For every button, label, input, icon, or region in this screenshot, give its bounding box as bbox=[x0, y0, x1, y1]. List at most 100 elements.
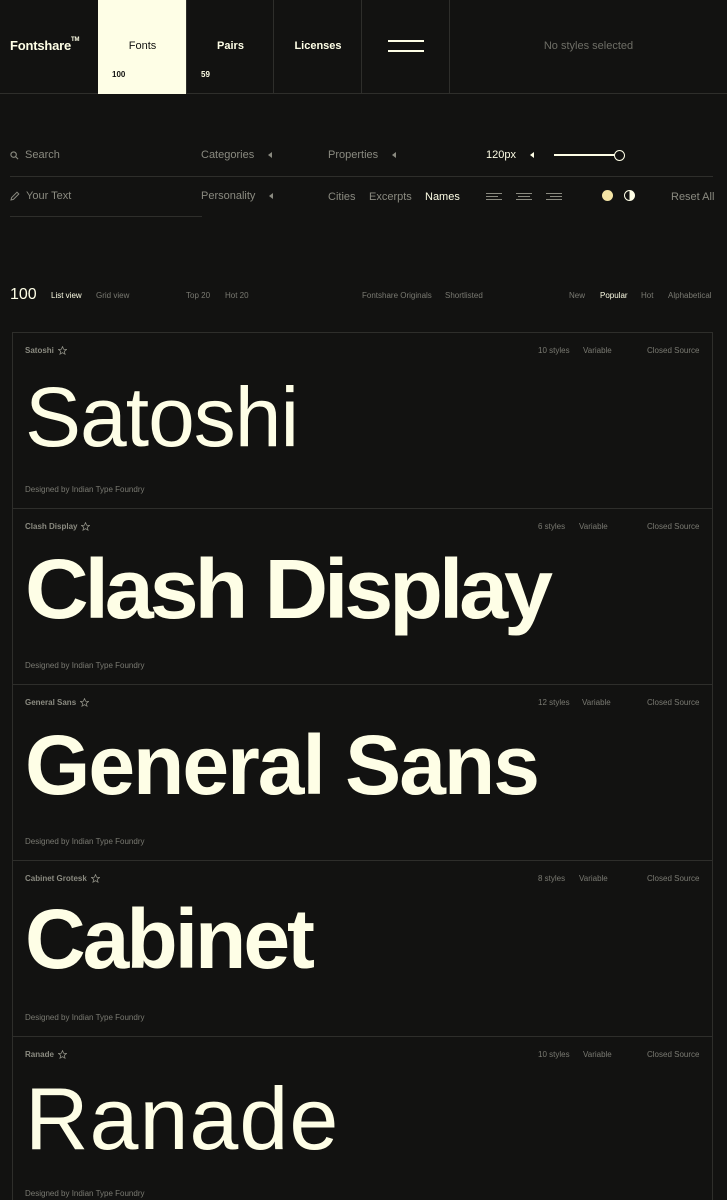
font-license: Closed Source bbox=[647, 698, 700, 707]
font-variable-tag: Variable bbox=[579, 522, 608, 531]
star-icon[interactable] bbox=[57, 1050, 67, 1059]
font-license: Closed Source bbox=[647, 1050, 700, 1059]
font-card[interactable]: General Sans 12 styles Variable Closed S… bbox=[12, 684, 713, 860]
hamburger-icon bbox=[388, 40, 424, 52]
font-designer: Designed by Indian Type Foundry bbox=[25, 1189, 145, 1198]
font-variable-tag: Variable bbox=[583, 1050, 612, 1059]
size-value: 120px bbox=[486, 149, 516, 161]
logo-trademark: TM bbox=[71, 37, 80, 43]
selection-status-text: No styles selected bbox=[543, 40, 634, 52]
menu-button[interactable] bbox=[361, 0, 450, 94]
font-style-count: 6 styles bbox=[538, 522, 566, 531]
fontshare-originals-filter[interactable]: Fontshare Originals bbox=[362, 291, 432, 300]
font-style-count: 12 styles bbox=[538, 698, 570, 707]
font-sample-text[interactable]: Satoshi bbox=[25, 375, 299, 459]
font-designer: Designed by Indian Type Foundry bbox=[25, 661, 145, 670]
text-field-underline bbox=[10, 216, 202, 217]
custom-text-field[interactable]: Your Text bbox=[10, 190, 71, 202]
font-name-label: Ranade bbox=[25, 1050, 54, 1059]
nav-tab-fonts-count: 100 bbox=[112, 70, 126, 79]
divider bbox=[10, 176, 713, 177]
nav-tab-pairs-label: Pairs bbox=[217, 40, 244, 52]
caret-left-icon bbox=[269, 193, 274, 199]
nav-tab-licenses-label: Licenses bbox=[294, 40, 342, 52]
font-name-label: Cabinet Grotesk bbox=[25, 874, 87, 883]
font-name: Cabinet Grotesk bbox=[25, 874, 100, 883]
nav-tab-fonts[interactable]: Fonts 100 bbox=[98, 0, 187, 94]
font-name: Satoshi bbox=[25, 346, 67, 355]
align-center-icon[interactable] bbox=[516, 192, 532, 200]
star-icon[interactable] bbox=[57, 346, 67, 355]
personality-label: Personality bbox=[201, 190, 256, 202]
nav-tab-pairs-count: 59 bbox=[201, 70, 210, 79]
filter-row-primary: Search Categories Properties 120px bbox=[0, 140, 727, 170]
star-icon[interactable] bbox=[81, 522, 91, 531]
size-slider-track bbox=[554, 154, 618, 156]
properties-dropdown[interactable]: Properties bbox=[328, 149, 397, 161]
hot-20-filter[interactable]: Hot 20 bbox=[225, 291, 249, 300]
text-tab-names[interactable]: Names bbox=[425, 191, 460, 203]
top-20-filter[interactable]: Top 20 bbox=[186, 291, 210, 300]
nav-tab-fonts-label: Fonts bbox=[128, 40, 157, 52]
font-variable-tag: Variable bbox=[583, 346, 612, 355]
font-designer: Designed by Indian Type Foundry bbox=[25, 1013, 145, 1022]
custom-text-input[interactable]: Your Text bbox=[26, 190, 71, 202]
reset-all-button[interactable]: Reset All bbox=[671, 191, 714, 203]
light-theme-icon[interactable] bbox=[602, 190, 613, 201]
star-icon[interactable] bbox=[80, 698, 90, 707]
font-sample-text[interactable]: Clash Display bbox=[25, 547, 553, 631]
selection-status: No styles selected bbox=[449, 0, 727, 94]
align-right-icon[interactable] bbox=[546, 192, 562, 200]
font-name-label: Clash Display bbox=[25, 522, 78, 531]
top-navigation: FontshareTM Fonts 100 Pairs 59 Licenses … bbox=[0, 0, 727, 94]
caret-left-icon bbox=[268, 152, 273, 158]
font-sample-text[interactable]: Ranade bbox=[25, 1075, 339, 1163]
font-card[interactable]: Clash Display 6 styles Variable Closed S… bbox=[12, 508, 713, 684]
categories-label: Categories bbox=[201, 149, 255, 161]
text-tab-cities[interactable]: Cities bbox=[328, 191, 356, 203]
sort-new[interactable]: New bbox=[569, 291, 585, 300]
font-sample-text[interactable]: Cabinet bbox=[25, 897, 315, 981]
text-tab-excerpts[interactable]: Excerpts bbox=[369, 191, 412, 203]
font-variable-tag: Variable bbox=[579, 874, 608, 883]
font-style-count: 8 styles bbox=[538, 874, 566, 883]
pencil-icon bbox=[10, 191, 20, 201]
font-card[interactable]: Ranade 10 styles Variable Closed Source … bbox=[12, 1036, 713, 1200]
list-view-toggle[interactable]: List view bbox=[51, 291, 82, 300]
font-style-count: 10 styles bbox=[538, 1050, 570, 1059]
size-dropdown[interactable]: 120px bbox=[486, 149, 534, 161]
caret-left-icon bbox=[529, 152, 534, 158]
personality-dropdown[interactable]: Personality bbox=[201, 190, 274, 202]
font-license: Closed Source bbox=[647, 522, 700, 531]
font-name-label: Satoshi bbox=[25, 346, 54, 355]
font-name: Clash Display bbox=[25, 522, 91, 531]
font-sample-text[interactable]: General Sans bbox=[25, 723, 540, 807]
caret-left-icon bbox=[392, 152, 397, 158]
size-slider[interactable] bbox=[554, 150, 625, 161]
font-license: Closed Source bbox=[647, 346, 700, 355]
search-field[interactable]: Search bbox=[10, 149, 60, 161]
font-style-count: 10 styles bbox=[538, 346, 570, 355]
font-designer: Designed by Indian Type Foundry bbox=[25, 837, 145, 846]
sort-hot[interactable]: Hot bbox=[641, 291, 653, 300]
shortlisted-filter[interactable]: Shortlisted bbox=[445, 291, 483, 300]
contrast-toggle-icon[interactable] bbox=[624, 190, 635, 201]
size-slider-thumb[interactable] bbox=[614, 150, 625, 161]
fontshare-logo[interactable]: FontshareTM bbox=[10, 37, 80, 53]
font-name-label: General Sans bbox=[25, 698, 77, 707]
font-name: General Sans bbox=[25, 698, 90, 707]
categories-dropdown[interactable]: Categories bbox=[201, 149, 273, 161]
sort-alphabetical[interactable]: Alphabetical bbox=[668, 291, 712, 300]
font-card[interactable]: Cabinet Grotesk 8 styles Variable Closed… bbox=[12, 860, 713, 1036]
font-total-count: 100 bbox=[10, 286, 37, 303]
nav-tab-pairs[interactable]: Pairs 59 bbox=[186, 0, 274, 94]
grid-view-toggle[interactable]: Grid view bbox=[96, 291, 129, 300]
star-icon[interactable] bbox=[90, 874, 100, 883]
align-left-icon[interactable] bbox=[486, 192, 502, 200]
font-card[interactable]: Satoshi 10 styles Variable Closed Source… bbox=[12, 332, 713, 508]
nav-tab-licenses[interactable]: Licenses bbox=[273, 0, 362, 94]
search-input[interactable]: Search bbox=[25, 149, 60, 161]
search-icon bbox=[10, 150, 19, 159]
logo-text: Fontshare bbox=[10, 38, 72, 53]
sort-popular[interactable]: Popular bbox=[600, 291, 628, 300]
